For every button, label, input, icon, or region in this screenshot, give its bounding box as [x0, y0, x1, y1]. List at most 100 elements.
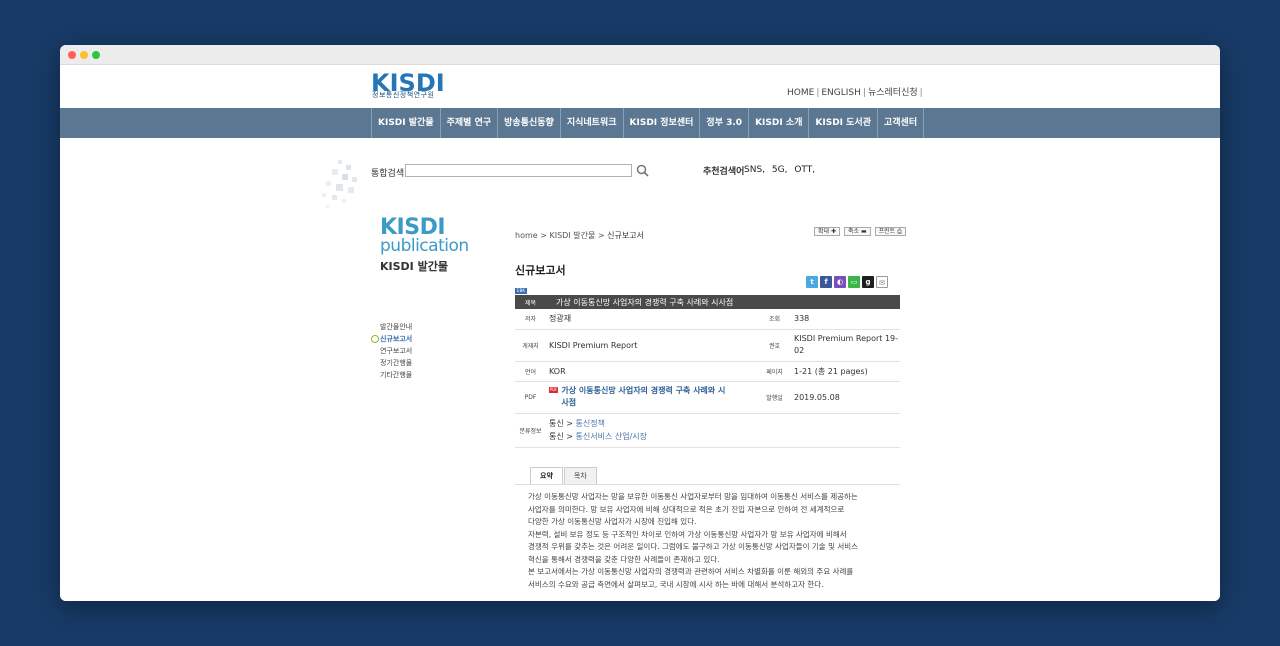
gnb-item-info-center[interactable]: KISDI 정보센터 [622, 108, 700, 138]
facebook-icon[interactable]: f [820, 276, 832, 288]
tab-summary[interactable]: 요약 [530, 467, 563, 485]
browser-window: KISDI 정보통신정책연구원 HOME | ENGLISH | 뉴스레터신청 | KIS… [60, 45, 1220, 601]
category-parent: 통신 [549, 419, 564, 428]
print-label: 프린트 [878, 228, 896, 235]
summary-line: 본 보고서에서는 가상 이동통신망 사업자의 경쟁력과 관련하여 서비스 차별화… [528, 567, 854, 576]
pdf-label: PDF [515, 381, 546, 414]
category-item: 통신 > 통신정책 [549, 417, 900, 430]
breadcrumb: home > KISDI 발간물 > 신규보고서 [515, 230, 644, 241]
search-input[interactable] [405, 164, 632, 177]
naver-icon[interactable]: ◐ [834, 276, 846, 288]
summary-line: 사업자를 의미한다. 망 보유 사업자에 비해 상대적으로 적은 초기 진입 자… [528, 504, 845, 514]
minimize-window-button[interactable] [80, 51, 88, 59]
search-icon[interactable] [636, 164, 649, 177]
gnb-item-customer-center[interactable]: 고객센터 [877, 108, 925, 138]
category-label: 분류정보 [515, 413, 546, 448]
title-label: 제목 [515, 295, 546, 309]
category-value: 통신 > 통신정책 통신 > 통신서비스 산업/시장 [546, 413, 900, 448]
sidebar-item-research-reports[interactable]: 연구보고서 [380, 345, 412, 357]
recommend-keywords: SNS, 5G, OTT, [744, 165, 819, 175]
kisdi-logo-subtitle: 정보통신정책연구원 [372, 91, 435, 99]
recommend-keywords-label: 추천검색어 [703, 167, 745, 177]
email-icon[interactable]: ✉ [876, 276, 888, 288]
gnb-item-publications[interactable]: KISDI 발간물 [371, 108, 440, 138]
pdf-row: PDF PDF 가상 이동통신망 사업자의 경쟁력 구축 사례와 시사점 발행일… [515, 381, 900, 414]
newsletter-link[interactable]: 뉴스레터신청 [868, 88, 918, 98]
gnb-item-broadcast-trends[interactable]: 방송통신동향 [497, 108, 560, 138]
category-link-telecom-policy[interactable]: 통신정책 [576, 419, 605, 428]
breadcrumb-publications[interactable]: KISDI 발간물 [549, 231, 595, 240]
tab-toc[interactable]: 목차 [563, 467, 597, 484]
twitter-icon[interactable]: t [806, 276, 818, 288]
summary-text: 가상 이동통신망 사업자는 망을 보유한 이동통신 사업자로부터 망을 임대하여… [528, 491, 888, 591]
summary-line: 경쟁적 우위를 갖추는 것은 어려운 일이다. 그럼에도 불구하고 가상 이동통… [528, 542, 859, 551]
date-value: 2019.05.08 [792, 381, 900, 414]
keyword-sns[interactable]: SNS, [744, 165, 765, 175]
author-row: 저자 정광재 조회 338 [515, 309, 900, 330]
keyword-ott[interactable]: OTT, [794, 165, 815, 175]
sidebar-title-korean: KISDI 발간물 [380, 260, 448, 273]
pdf-download-link[interactable]: 가상 이동통신망 사업자의 경쟁력 구축 사례와 시사점 [561, 385, 729, 409]
zoom-out-label: 축소 [847, 228, 860, 235]
breadcrumb-separator: > [597, 231, 605, 240]
pages-value: 1-21 (총 21 pages) [792, 361, 900, 382]
report-title: 가상 이동통신망 사업자의 경쟁력 구축 사례와 시사점 [546, 295, 900, 309]
sidebar-title-publication: publication [380, 236, 469, 256]
category-row: 분류정보 통신 > 통신정책 통신 > 통신서비스 산업/시장 [515, 413, 900, 448]
breadcrumb-separator: > [540, 231, 547, 240]
top-links: HOME | ENGLISH | 뉴스레터신청 | [787, 88, 923, 98]
category-separator: > [566, 432, 573, 441]
lang-row: 언어 KOR 페이지 1-21 (총 21 pages) [515, 361, 900, 382]
band-icon[interactable]: ▭ [848, 276, 860, 288]
gnb-item-knowledge-network[interactable]: 지식네트워크 [559, 108, 623, 138]
category-separator: > [566, 419, 573, 428]
gnb-item-library[interactable]: KISDI 도서관 [808, 108, 877, 138]
zoom-out-button[interactable]: 축소 ▬ [843, 227, 871, 236]
author-value: 정광재 [546, 309, 757, 330]
sidebar-item-periodicals[interactable]: 정기간행물 [380, 357, 412, 369]
keyword-5g[interactable]: 5G, [772, 165, 788, 175]
series-label: 게재지 [515, 329, 546, 362]
google-plus-icon[interactable]: g [862, 276, 874, 288]
main-navigation: KISDI 발간물 주제별 연구 방송통신동향 지식네트워크 KISDI 정보센… [60, 108, 1220, 138]
sidebar-nav: 발간물안내 신규보고서 연구보고서 정기간행물 기타간행물 [370, 321, 412, 381]
zoom-in-button[interactable]: 확대 ✚ [814, 227, 840, 236]
print-button[interactable]: 프린트 ⎙ [874, 227, 906, 236]
close-window-button[interactable] [68, 51, 76, 59]
utility-buttons: 확대 ✚ 축소 ▬ 프린트 ⎙ [814, 227, 906, 236]
summary-line: 혁신을 통해서 경쟁력을 갖춘 다양한 사례들이 존재하고 있다. [528, 554, 720, 564]
english-link[interactable]: ENGLISH [821, 88, 861, 98]
breadcrumb-current: 신규보고서 [607, 231, 644, 240]
content-tabs: 요약 목차 [530, 467, 598, 485]
category-parent: 통신 [549, 432, 564, 441]
decorative-dots [322, 160, 357, 208]
series-row: 게재지 KISDI Premium Report 권호 KISDI Premiu… [515, 329, 900, 362]
web-page: KISDI 정보통신정책연구원 HOME | ENGLISH | 뉴스레터신청 | KIS… [60, 65, 1220, 601]
lang-label: 언어 [515, 361, 546, 382]
series-value: KISDI Premium Report [546, 329, 757, 362]
number-label: 권호 [757, 329, 792, 362]
sidebar-item-new-reports[interactable]: 신규보고서 [370, 333, 412, 345]
author-label: 저자 [515, 309, 546, 330]
category-item: 통신 > 통신서비스 산업/시장 [549, 430, 900, 443]
category-link-telecom-market[interactable]: 통신서비스 산업/시장 [576, 432, 647, 441]
tab-divider [515, 484, 900, 485]
search-label: 통합검색 [371, 169, 405, 179]
ebk-badge: EBK [515, 288, 527, 294]
report-title-row: 제목 가상 이동통신망 사업자의 경쟁력 구축 사례와 시사점 [515, 295, 900, 309]
gnb-item-research-by-topic[interactable]: 주제별 연구 [439, 108, 498, 138]
sidebar-item-guide[interactable]: 발간물안내 [380, 321, 412, 333]
summary-line: 가상 이동통신망 사업자는 망을 보유한 이동통신 사업자로부터 망을 임대하여… [528, 492, 858, 501]
summary-line: 자본력, 설비 보유 정도 등 구조적인 차이로 인하여 가상 이동통신망 사업… [528, 529, 847, 539]
home-link[interactable]: HOME [787, 88, 814, 98]
views-label: 조회 [757, 309, 792, 330]
gnb-item-about[interactable]: KISDI 소개 [748, 108, 808, 138]
lang-value: KOR [546, 361, 757, 382]
maximize-window-button[interactable] [92, 51, 100, 59]
date-label: 발행일 [757, 381, 792, 414]
sidebar-item-other[interactable]: 기타간행물 [380, 369, 412, 381]
gnb-item-gov30[interactable]: 정부 3.0 [699, 108, 748, 138]
report-info-table: 제목 가상 이동통신망 사업자의 경쟁력 구축 사례와 시사점 저자 정광재 조… [515, 295, 900, 448]
views-value: 338 [792, 309, 900, 330]
breadcrumb-home[interactable]: home [515, 231, 538, 240]
